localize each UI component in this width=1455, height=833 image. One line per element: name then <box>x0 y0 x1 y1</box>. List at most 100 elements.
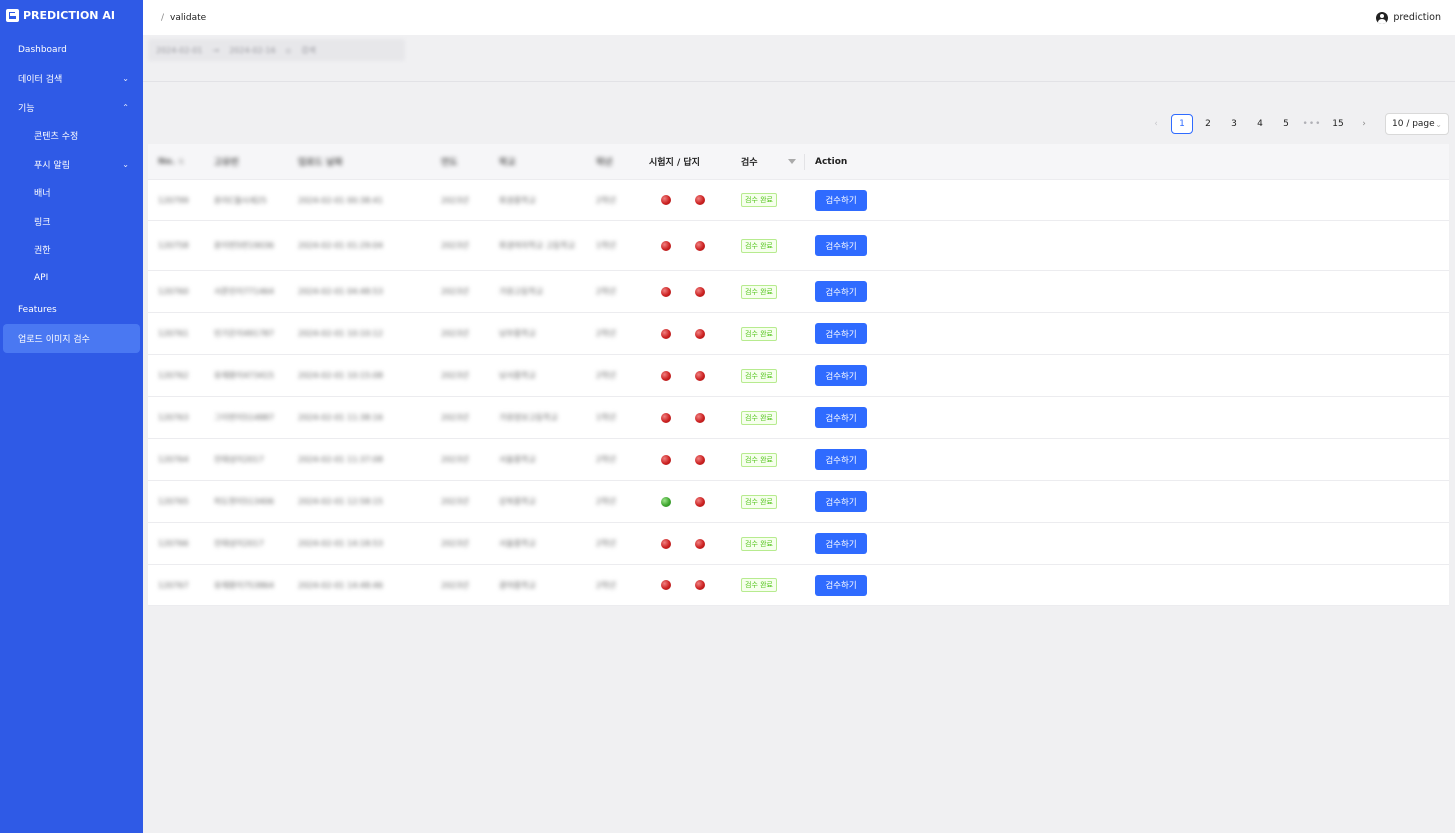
status-badge: 검수 완료 <box>741 494 777 509</box>
search-button[interactable]: 검색 <box>301 45 316 56</box>
answer-status-dot-icon[interactable] <box>695 538 705 549</box>
exam-status-dot-icon[interactable] <box>661 370 671 381</box>
cell-name: 서준민이771464 <box>214 287 274 296</box>
status-badge: 검수 완료 <box>741 326 777 341</box>
cell-no: 120799 <box>158 195 189 205</box>
review-button[interactable]: 검수하기 <box>815 281 867 302</box>
page-2-button[interactable]: 2 <box>1197 114 1219 134</box>
cell-grade: 2학년 <box>596 580 616 590</box>
sidebar-item-label: 배너 <box>34 189 51 200</box>
col-grade: 학년 <box>596 158 613 168</box>
sidebar-nav: Dashboard 데이터 검색 ⌄ 기능 ⌃ 콘텐츠 수정 푸시 알림 ⌄ 배… <box>0 36 143 353</box>
answer-status-dot-icon[interactable] <box>695 580 705 590</box>
answer-status-dot-icon[interactable] <box>695 286 705 297</box>
review-button[interactable]: 검수하기 <box>815 365 867 386</box>
logo-icon <box>6 8 19 22</box>
sidebar-item-push[interactable]: 푸시 알림 ⌄ <box>0 150 143 179</box>
answer-status-dot-icon[interactable] <box>695 370 705 381</box>
cell-action: 검수하기 <box>805 574 1449 596</box>
exam-status-dot-icon[interactable] <box>661 580 671 590</box>
cell-status: 검수 완료 <box>739 452 804 467</box>
cell-grade: 2학년 <box>596 455 616 464</box>
review-button[interactable]: 검수하기 <box>815 449 867 470</box>
user-menu[interactable]: prediction <box>1376 11 1441 24</box>
cell-year: 2023년 <box>441 455 469 464</box>
answer-status-dot-icon[interactable] <box>695 496 705 507</box>
col-no[interactable]: No. ⇅ <box>148 157 204 167</box>
cell-name: 진태성이2017 <box>214 455 264 464</box>
cell-paper <box>637 412 739 423</box>
sidebar-item-features-group[interactable]: 기능 ⌃ <box>0 93 143 122</box>
answer-status-dot-icon[interactable] <box>695 195 705 205</box>
exam-status-dot-icon[interactable] <box>661 328 671 339</box>
col-year: 연도 <box>441 158 458 168</box>
sidebar-item-permission[interactable]: 권한 <box>0 236 143 265</box>
cell-date: 2024-02-01 01:29:04 <box>298 241 383 250</box>
sort-icon: ⇅ <box>178 157 185 166</box>
page-4-button[interactable]: 4 <box>1249 114 1271 134</box>
page-size-select[interactable]: 10 / page ⌄ <box>1385 113 1449 135</box>
cell-date: 2024-02-01 14:48:46 <box>298 580 383 590</box>
answer-status-dot-icon[interactable] <box>695 328 705 339</box>
exam-status-dot-icon[interactable] <box>661 195 671 205</box>
cell-no: 120764 <box>158 455 189 464</box>
sidebar-item-dashboard[interactable]: Dashboard <box>0 36 143 65</box>
cell-action: 검수하기 <box>805 533 1449 554</box>
cell-paper <box>637 195 739 205</box>
review-button[interactable]: 검수하기 <box>815 574 867 596</box>
page-3-button[interactable]: 3 <box>1223 114 1245 134</box>
exam-status-dot-icon[interactable] <box>661 454 671 465</box>
cell-status: 검수 완료 <box>739 238 804 253</box>
cell-grade: 2학년 <box>596 287 616 296</box>
table-row: 120767 유재환이753864 2024-02-01 14:48:46 2023년… <box>148 565 1449 606</box>
answer-status-dot-icon[interactable] <box>695 240 705 251</box>
more-pages-ellipsis[interactable]: ••• <box>1301 114 1323 134</box>
page-5-button[interactable]: 5 <box>1275 114 1297 134</box>
cell-status: 검수 완료 <box>739 536 804 551</box>
cell-school: 강북중학교 <box>499 497 536 506</box>
review-button[interactable]: 검수하기 <box>815 533 867 554</box>
exam-status-dot-icon[interactable] <box>661 240 671 251</box>
cell-school: 남서중학교 <box>499 371 536 380</box>
col-status[interactable]: 검수 <box>739 155 804 168</box>
cell-no: 120762 <box>158 371 189 380</box>
table-row: 120761 민기은이491787 2024-02-01 10:10:12 2023년… <box>148 313 1449 355</box>
cell-paper <box>637 328 739 339</box>
brand[interactable]: PREDICTION AI <box>0 0 143 30</box>
exam-status-dot-icon[interactable] <box>661 412 671 423</box>
review-button[interactable]: 검수하기 <box>815 491 867 512</box>
cell-grade: 1학년 <box>596 413 616 422</box>
cell-no: 120766 <box>158 539 189 548</box>
sidebar-item-data-search[interactable]: 데이터 검색 ⌄ <box>0 65 143 94</box>
sidebar-item-label: 권한 <box>34 246 51 257</box>
page-last-button[interactable]: 15 <box>1327 114 1349 134</box>
sidebar-item-banner[interactable]: 배너 <box>0 179 143 208</box>
review-button[interactable]: 검수하기 <box>815 189 867 211</box>
cell-date: 2024-02-01 12:58:15 <box>298 497 383 506</box>
cell-year: 2023년 <box>441 195 469 205</box>
date-filter[interactable]: 2024-02-01 → 2024-02-16 ▫ 검색 <box>148 39 405 61</box>
sidebar-item-content-edit[interactable]: 콘텐츠 수정 <box>0 122 143 151</box>
review-button[interactable]: 검수하기 <box>815 323 867 344</box>
filter-icon[interactable] <box>788 159 796 164</box>
sidebar-item-upload-review[interactable]: 업로드 이미지 검수 <box>3 324 140 353</box>
answer-status-dot-icon[interactable] <box>695 412 705 423</box>
start-date-field[interactable]: 2024-02-01 <box>156 46 203 55</box>
review-button[interactable]: 검수하기 <box>815 407 867 428</box>
exam-status-dot-icon[interactable] <box>661 286 671 297</box>
sidebar-item-link[interactable]: 링크 <box>0 207 143 236</box>
sidebar-item-api[interactable]: API <box>0 264 143 293</box>
answer-status-dot-icon[interactable] <box>695 454 705 465</box>
exam-status-dot-icon[interactable] <box>661 496 671 507</box>
status-badge: 검수 완료 <box>741 410 777 425</box>
page-1-button[interactable]: 1 <box>1171 114 1193 134</box>
col-no-label: No. <box>158 156 176 167</box>
cell-action: 검수하기 <box>805 281 1449 302</box>
prev-page-button[interactable]: ‹ <box>1145 114 1167 134</box>
next-page-button[interactable]: › <box>1353 114 1375 134</box>
sidebar-item-features[interactable]: Features <box>0 296 143 325</box>
end-date-field[interactable]: 2024-02-16 <box>229 46 276 55</box>
exam-status-dot-icon[interactable] <box>661 538 671 549</box>
cell-school: 휘경여자학교 고등학교 <box>499 241 576 250</box>
review-button[interactable]: 검수하기 <box>815 235 867 256</box>
